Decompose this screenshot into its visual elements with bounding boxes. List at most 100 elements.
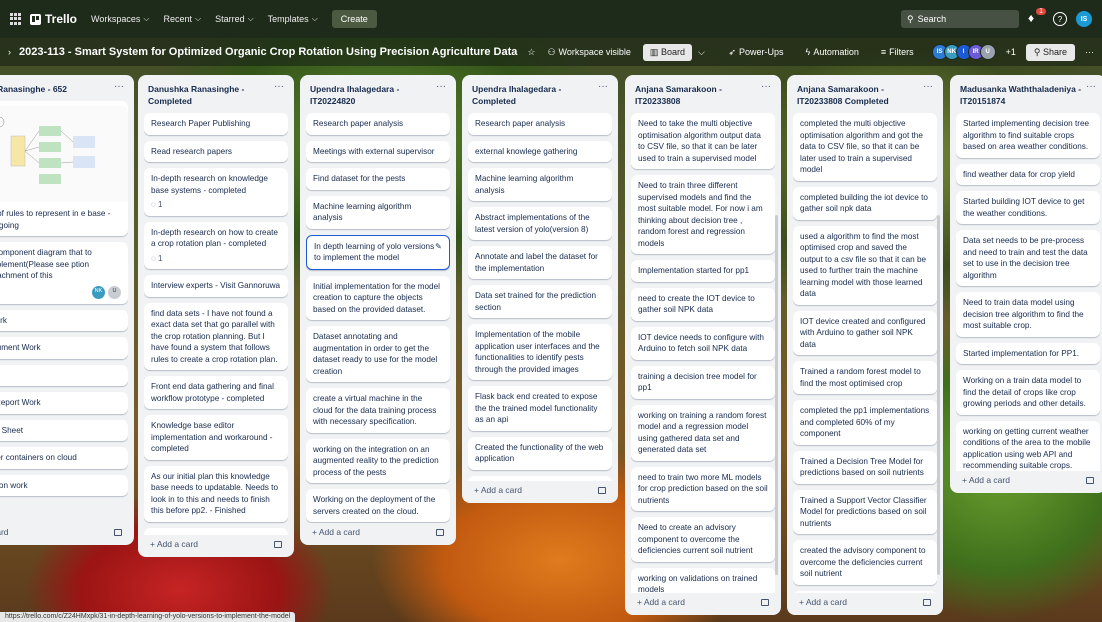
card[interactable]: Read research papers xyxy=(144,140,288,162)
card[interactable]: need to train two more ML models for cro… xyxy=(631,466,775,511)
card[interactable]: external knowlege gathering xyxy=(468,140,612,162)
board-title[interactable]: 2023-113 - Smart System for Optimized Or… xyxy=(19,46,517,58)
card[interactable]: In depth learning of yolo versions to im… xyxy=(306,234,450,270)
help-icon[interactable]: ? xyxy=(1053,12,1067,26)
card[interactable]: find weather data for crop yield xyxy=(956,163,1100,185)
card[interactable]: Dataset annotating and augmentation in o… xyxy=(306,326,450,382)
more-icon[interactable]: ··· xyxy=(1085,47,1094,57)
card[interactable]: find data sets - I have not found a exac… xyxy=(144,302,288,370)
add-card-button[interactable]: + Add a card xyxy=(631,591,775,615)
card[interactable]: used a algorithm to find the most optimi… xyxy=(793,225,937,305)
card[interactable]: Flask back end created to expose the the… xyxy=(468,386,612,431)
member-avatar[interactable]: U xyxy=(108,285,121,299)
list-header[interactable]: Madusanka Waththaladeniya - IT20151874 ··… xyxy=(956,81,1100,113)
card-template-icon[interactable] xyxy=(436,528,444,536)
search-input[interactable]: ⚲ Search xyxy=(901,10,1019,28)
card[interactable]: Working on a train data model to find th… xyxy=(956,370,1100,415)
trello-logo[interactable]: Trello xyxy=(30,12,77,26)
nav-starred[interactable]: Starred ⌵ xyxy=(215,14,254,24)
add-card-button[interactable]: + Add a card xyxy=(468,479,612,503)
card[interactable]: y component diagram that to implement(Pl… xyxy=(0,242,128,304)
share-button[interactable]: ⚲ Share xyxy=(1025,43,1075,61)
card[interactable]: IOT device needs to configure with Ardui… xyxy=(631,326,775,360)
add-card-button[interactable]: + Add a card xyxy=(144,533,288,557)
card[interactable]: completed the pp1 implementations and co… xyxy=(793,400,937,445)
card[interactable]: working on the integration on an augment… xyxy=(306,438,450,483)
list-menu-icon[interactable]: ··· xyxy=(1086,82,1096,92)
list-title[interactable]: Madusanka Waththaladeniya - IT20151874 xyxy=(960,83,1086,107)
card[interactable]: Implementation of the mobile application… xyxy=(468,324,612,380)
apps-grid-icon[interactable] xyxy=(10,13,22,25)
nav-templates[interactable]: Templates ⌵ xyxy=(268,14,318,24)
card[interactable]: Annotate and label the dataset for the i… xyxy=(468,246,612,279)
card[interactable]: completed the multi objective optimisati… xyxy=(793,113,937,181)
card[interactable]: need to create the IOT device to gather … xyxy=(631,287,775,321)
add-card-button[interactable]: + Add a card xyxy=(956,469,1100,493)
card-template-icon[interactable] xyxy=(1086,476,1094,484)
card[interactable]: Need to train data model using decision … xyxy=(956,292,1100,337)
card[interactable]: tation work xyxy=(0,474,128,496)
card-template-icon[interactable] xyxy=(598,486,606,494)
card[interactable]: created the advisory component to overco… xyxy=(793,540,937,585)
automation-button[interactable]: ϟ Automation xyxy=(806,47,859,57)
list-title[interactable]: Anjana Samarakoon - IT20233808 Completed xyxy=(797,83,923,107)
card[interactable]: Abstract implementations of the latest v… xyxy=(468,207,612,240)
list-scrollbar[interactable] xyxy=(775,215,778,575)
card[interactable]: Need to create an advisory component to … xyxy=(631,517,775,562)
card[interactable]: Need to take the multi objective optimis… xyxy=(631,113,775,169)
card[interactable]: Trained a random forest model to find th… xyxy=(793,361,937,394)
card[interactable]: working on training a random forest mode… xyxy=(631,404,775,461)
nav-recent[interactable]: Recent ⌵ xyxy=(163,14,201,24)
create-button[interactable]: Create xyxy=(331,10,377,28)
list-header[interactable]: Anjana Samarakoon - IT20233808 ··· xyxy=(631,81,775,113)
list-menu-icon[interactable]: ··· xyxy=(598,82,608,92)
list-menu-icon[interactable]: ··· xyxy=(114,82,124,92)
chevron-down-icon[interactable]: ⌵ xyxy=(698,47,705,58)
add-card-button[interactable]: + Add a card xyxy=(306,521,450,545)
card[interactable]: Meetings with external supervisor xyxy=(306,140,450,162)
add-card-button[interactable]: + Add a card xyxy=(793,591,937,615)
card[interactable]: ver Sheet xyxy=(0,419,128,441)
list-menu-icon[interactable]: ··· xyxy=(274,82,284,92)
list-header[interactable]: Danushka Ranasinghe - Completed ··· xyxy=(144,81,288,113)
list-menu-icon[interactable]: ··· xyxy=(923,82,933,92)
list-title[interactable]: Upendra Ihalagedara - Completed xyxy=(472,83,598,107)
card[interactable]: ocument Work xyxy=(0,337,128,359)
star-icon[interactable]: ☆ xyxy=(527,47,535,58)
card-template-icon[interactable] xyxy=(923,598,931,606)
list-header[interactable]: Upendra Ihalagedara - Completed ··· xyxy=(468,81,612,113)
card[interactable]: completed building the iot device to gat… xyxy=(793,186,937,220)
card[interactable]: training a decision tree model for pp1 xyxy=(631,365,775,399)
list-menu-icon[interactable]: ··· xyxy=(436,82,446,92)
card[interactable]: Work xyxy=(0,309,128,331)
card[interactable]: Implementation started for pp1 xyxy=(631,260,775,282)
card[interactable]: Trained a Support Vector Classifier Mode… xyxy=(793,489,937,534)
card[interactable]: Started implementing decision tree algor… xyxy=(956,113,1100,158)
board-view-button[interactable]: ▥ Board xyxy=(642,43,692,61)
workspace-visible-button[interactable]: ⚇ Workspace visible xyxy=(547,47,630,58)
card[interactable]: Created the functionality of the web app… xyxy=(468,436,612,470)
list-menu-icon[interactable]: ··· xyxy=(761,82,771,92)
card[interactable]: rk xyxy=(0,364,128,386)
powerups-button[interactable]: ➶ Power-Ups xyxy=(728,47,783,58)
card[interactable]: IOT device created and configured with A… xyxy=(793,310,937,355)
card[interactable]: nt of rules to represent in e base - Ong… xyxy=(0,101,128,236)
card[interactable]: Machine learning algorithm analysis xyxy=(306,195,450,229)
add-card-button[interactable]: card xyxy=(0,521,128,545)
card-template-icon[interactable] xyxy=(274,540,282,548)
nav-workspaces[interactable]: Workspaces ⌵ xyxy=(91,14,149,24)
card[interactable]: Need to train three different supervised… xyxy=(631,175,775,254)
extra-members-count[interactable]: +1 xyxy=(1006,47,1016,57)
member-avatar[interactable]: NK xyxy=(92,285,105,299)
card[interactable]: Research paper analysis xyxy=(468,113,612,135)
list-title[interactable]: Upendra Ihalagedara - IT20224820 xyxy=(310,83,436,107)
card[interactable]: working on validations on trained models xyxy=(631,567,775,593)
card[interactable]: Knowledge base editor implementation and… xyxy=(144,415,288,460)
card[interactable]: As our initial plan this knowledge base … xyxy=(144,465,288,522)
card[interactable]: Research paper analysis xyxy=(306,113,450,135)
card[interactable]: Find dataset for the pests xyxy=(306,168,450,190)
card[interactable]: Data set trained for the prediction sect… xyxy=(468,285,612,318)
chevron-right-icon[interactable]: › xyxy=(8,47,11,57)
card[interactable]: In-depth research on how to create a cro… xyxy=(144,221,288,269)
card[interactable]: create a virtual machine in the cloud fo… xyxy=(306,388,450,433)
